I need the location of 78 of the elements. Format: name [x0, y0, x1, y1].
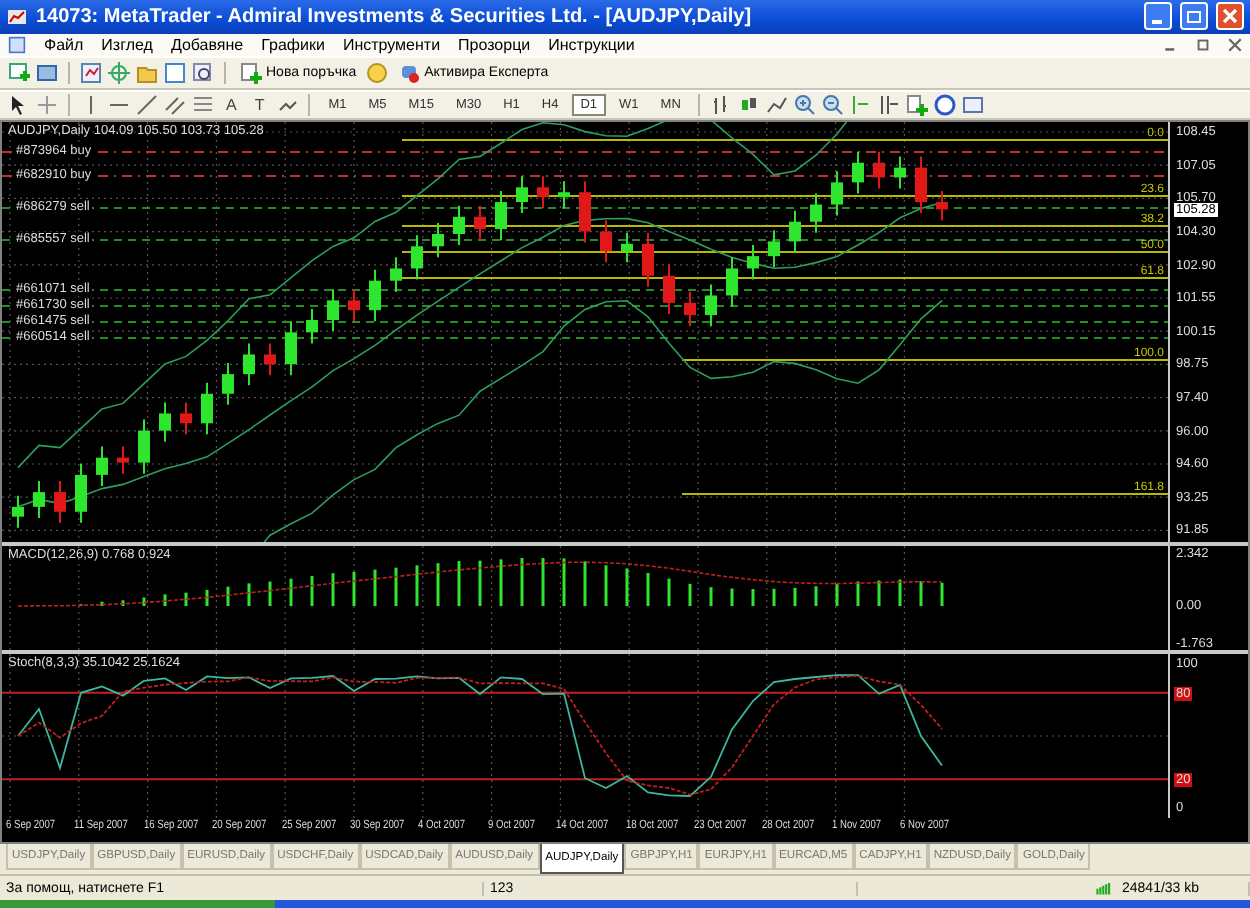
close-icon [1222, 8, 1238, 25]
chart-plus-icon[interactable] [8, 62, 30, 85]
coin-icon[interactable] [366, 62, 389, 85]
close-button[interactable] [1216, 2, 1244, 31]
chart-window-icon [8, 35, 26, 54]
menu-item[interactable]: Инструменти [342, 35, 441, 54]
candlestick [264, 342, 276, 377]
candlestick [243, 342, 255, 387]
folder-icon[interactable] [136, 62, 158, 85]
restore-button[interactable] [1180, 2, 1208, 31]
square-icon[interactable] [164, 62, 186, 85]
candlestick [390, 256, 402, 293]
candlestick [432, 222, 444, 259]
candlestick [915, 155, 927, 215]
close-icon[interactable] [1228, 37, 1242, 52]
template-icon[interactable] [962, 94, 985, 117]
text-tool-button[interactable]: T [248, 94, 271, 117]
app-icon [6, 5, 28, 28]
candlestick [474, 205, 486, 242]
candlestick [726, 256, 738, 308]
candlestick [705, 283, 717, 328]
candlestick [894, 155, 906, 190]
candlestick [516, 175, 528, 215]
candlestick [747, 244, 759, 281]
candlestick [684, 291, 696, 328]
text-tool-button[interactable]: A [220, 94, 243, 117]
candlestick [810, 192, 822, 235]
candlestick [159, 401, 171, 443]
zoom-in-icon[interactable] [794, 94, 817, 117]
candlestick [852, 150, 864, 195]
menu-item[interactable]: Изглед [101, 35, 153, 54]
zoom-out-icon[interactable] [822, 94, 845, 117]
connection-bars-icon [1092, 880, 1116, 897]
candlestick [306, 308, 318, 345]
trend-line-icon[interactable] [136, 94, 158, 117]
candlestick [33, 480, 45, 520]
channel-icon[interactable] [164, 94, 186, 117]
market-watch-icon[interactable] [80, 62, 102, 85]
candlestick [96, 445, 108, 488]
candlestick [180, 401, 192, 436]
candlestick [54, 480, 66, 525]
candlestick [768, 229, 780, 269]
candlestick [558, 180, 570, 210]
window-icon[interactable] [36, 62, 58, 85]
indicator-plus-icon[interactable] [906, 94, 929, 117]
menu-item[interactable]: Прозорци [458, 35, 531, 54]
line-chart-icon[interactable] [766, 94, 789, 117]
menu-item[interactable]: Добавяне [170, 35, 244, 54]
candlestick [936, 190, 948, 222]
candlestick [117, 445, 129, 475]
menu-item[interactable]: Инструкции [548, 35, 635, 54]
candlestick [789, 209, 801, 254]
candlestick [201, 381, 213, 436]
candlestick [369, 268, 381, 323]
candlestick [579, 180, 591, 244]
order-plus-icon [240, 62, 262, 85]
candlestick [12, 495, 24, 529]
menu-item[interactable]: Графики [261, 35, 325, 54]
candlestick [495, 190, 507, 242]
crosshair-icon[interactable] [108, 62, 130, 85]
candlestick [537, 175, 549, 210]
candlestick [138, 418, 150, 475]
candlestick [873, 150, 885, 190]
candlestick [411, 234, 423, 281]
candlestick [663, 264, 675, 316]
candlestick [348, 288, 360, 323]
candlestick [600, 219, 612, 264]
window-title: 14073: MetaTrader - Admiral Investments & Securities Ltd. - [AUDJPY,Daily] [36, 5, 754, 28]
candlestick [621, 232, 633, 264]
candlestick [453, 205, 465, 247]
candlestick [831, 170, 843, 217]
candlestick [327, 288, 339, 333]
candlestick [222, 362, 234, 407]
menu-item[interactable]: Файл [44, 35, 84, 54]
minimize-button[interactable] [1144, 2, 1172, 31]
candlestick [75, 463, 87, 525]
candlestick [642, 232, 654, 289]
candlestick [285, 320, 297, 377]
